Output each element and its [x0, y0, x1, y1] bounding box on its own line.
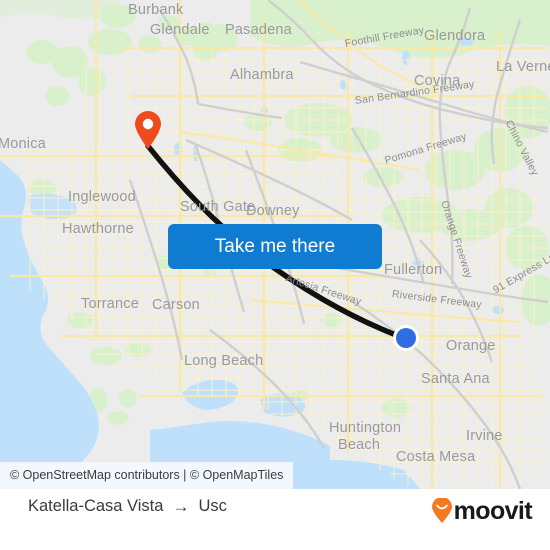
- map-canvas[interactable]: Burbank Glendale Pasadena Glendora La Verne A…: [0, 0, 550, 489]
- map-pin-icon: [135, 111, 161, 149]
- route-destination-label: Usc: [198, 497, 227, 515]
- origin-pin-marker[interactable]: [133, 110, 163, 150]
- location-dot-icon: [393, 325, 419, 351]
- route-summary: Katella-Casa Vista → Usc: [28, 497, 227, 516]
- take-me-there-button[interactable]: Take me there: [168, 224, 382, 269]
- footer-bar: Katella-Casa Vista → Usc moovit: [0, 489, 550, 550]
- moovit-pin-icon: [431, 498, 452, 523]
- destination-dot-marker[interactable]: [392, 324, 420, 352]
- moovit-route-screen: Burbank Glendale Pasadena Glendora La Verne A…: [0, 0, 550, 550]
- moovit-logo[interactable]: moovit: [431, 496, 533, 525]
- map-attribution[interactable]: © OpenStreetMap contributors | © OpenMap…: [0, 462, 293, 489]
- arrow-right-icon: →: [172, 497, 190, 516]
- moovit-wordmark: moovit: [453, 496, 533, 525]
- route-origin-label: Katella-Casa Vista: [28, 497, 164, 515]
